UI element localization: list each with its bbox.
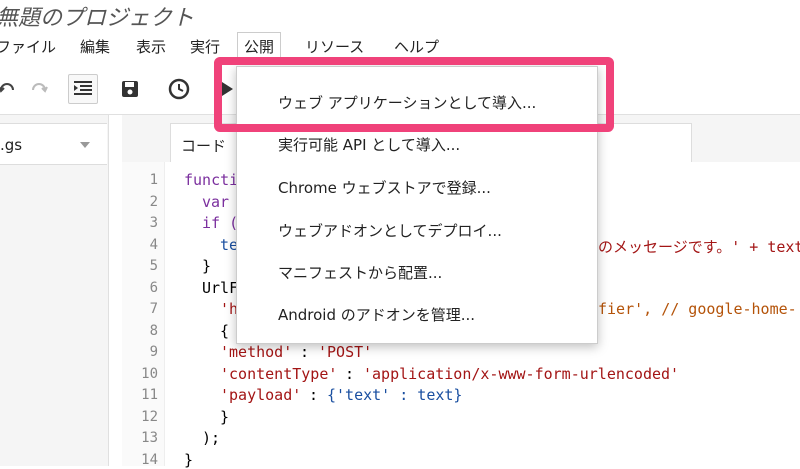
menu-item-deploy-web-addon[interactable]: ウェブアドオンとしてデプロイ... bbox=[278, 220, 502, 241]
line-number: 2 bbox=[149, 194, 158, 210]
code-line-10-value: 'application/x-www-form-urlencoded' bbox=[363, 365, 680, 383]
code-line-7-end: fier', // google-home- bbox=[598, 300, 797, 318]
line-number: 11 bbox=[141, 387, 158, 403]
menu-item-deploy-api-executable[interactable]: 実行可能 API として導入... bbox=[278, 134, 460, 155]
line-number: 7 bbox=[149, 301, 158, 317]
code-line-5: } bbox=[202, 257, 212, 275]
line-number: 4 bbox=[149, 237, 158, 253]
undo-icon bbox=[0, 83, 14, 93]
menu-run[interactable]: 実行 bbox=[190, 36, 220, 57]
code-line-4-end: のメッセージです。' + text; bbox=[598, 238, 800, 256]
menu-edit[interactable]: 編集 bbox=[80, 36, 110, 57]
menu-resources[interactable]: リソース bbox=[305, 36, 364, 57]
indent-button[interactable] bbox=[68, 74, 98, 104]
line-number-gutter: 1 2 3 4 5 6 7 8 9 10 11 12 13 14 bbox=[122, 162, 165, 468]
project-title[interactable]: 無題のプロジェクト bbox=[0, 0, 194, 32]
clock-icon bbox=[168, 78, 190, 100]
code-line-2: var bbox=[202, 193, 230, 211]
code-line-11-value: {'text' : text} bbox=[327, 386, 463, 404]
menu-item-manage-android-addons[interactable]: Android のアドオンを管理... bbox=[278, 304, 475, 325]
code-line-12: } bbox=[220, 408, 230, 426]
line-number: 13 bbox=[141, 430, 158, 446]
code-line-8: { bbox=[220, 322, 230, 340]
file-sidebar: .gs bbox=[0, 115, 109, 466]
triggers-button[interactable] bbox=[164, 74, 194, 104]
undo-button[interactable] bbox=[0, 74, 22, 104]
code-line-9-colon: : bbox=[300, 343, 319, 361]
code-line-10-key: 'contentType' bbox=[220, 365, 338, 383]
line-number: 12 bbox=[141, 409, 158, 425]
line-number: 10 bbox=[141, 366, 158, 382]
menu-item-chrome-web-store[interactable]: Chrome ウェブストアで登録... bbox=[278, 177, 491, 198]
code-line-11-colon: : bbox=[309, 386, 328, 404]
menu-publish[interactable]: 公開 bbox=[237, 32, 282, 59]
code-line-3: if ( bbox=[202, 214, 239, 232]
code-tab-label: コード bbox=[181, 137, 227, 155]
menu-item-deploy-from-manifest[interactable]: マニフェストから配置... bbox=[278, 262, 442, 283]
highlight-box bbox=[214, 57, 614, 132]
code-line-1: functi bbox=[184, 171, 239, 189]
menu-file[interactable]: ファイル bbox=[0, 36, 56, 57]
redo-icon bbox=[32, 83, 48, 93]
menu-view[interactable]: 表示 bbox=[136, 36, 166, 57]
line-number: 5 bbox=[149, 258, 158, 274]
file-item[interactable]: .gs bbox=[0, 123, 107, 165]
file-menu-arrow-icon[interactable] bbox=[80, 142, 90, 148]
save-icon bbox=[122, 81, 138, 97]
indent-icon bbox=[74, 81, 92, 95]
code-line-13: ); bbox=[202, 429, 221, 447]
line-number: 1 bbox=[149, 172, 158, 188]
code-line-9-key: 'method' bbox=[220, 343, 293, 361]
line-number: 8 bbox=[149, 323, 158, 339]
save-button[interactable] bbox=[115, 74, 145, 104]
code-line-11-key: 'payload' bbox=[220, 386, 302, 404]
code-line-10-colon: : bbox=[345, 365, 364, 383]
redo-button[interactable] bbox=[24, 74, 54, 104]
code-line-6: UrlF bbox=[202, 279, 239, 297]
line-number: 3 bbox=[149, 215, 158, 231]
file-name: .gs bbox=[0, 136, 23, 154]
line-number: 9 bbox=[149, 344, 158, 360]
code-line-9-value: 'POST' bbox=[318, 343, 373, 361]
line-number: 6 bbox=[149, 280, 158, 296]
menu-help[interactable]: ヘルプ bbox=[394, 36, 439, 57]
code-line-14: } bbox=[184, 451, 194, 469]
